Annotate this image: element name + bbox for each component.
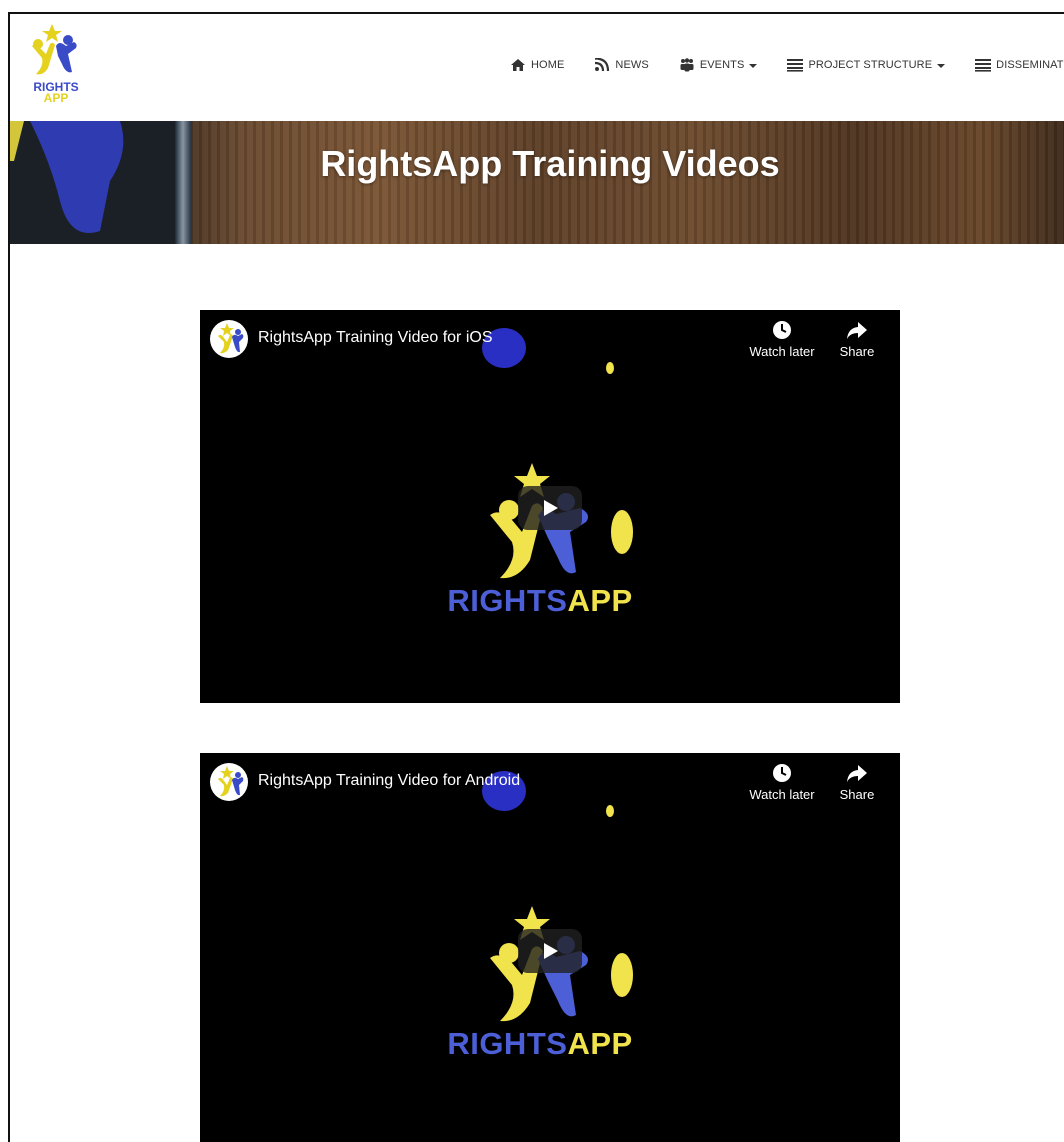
video-brand-text: RIGHTSAPP — [447, 583, 633, 618]
play-button[interactable] — [518, 486, 582, 530]
watch-later-label: Watch later — [749, 787, 815, 802]
video-title[interactable]: RightsApp Training Video for Android — [258, 772, 520, 790]
nav-home[interactable]: HOME — [510, 58, 564, 72]
share-button[interactable]: Share — [822, 763, 892, 802]
video-player-android[interactable]: RightsApp Training Video for Android Wat… — [200, 753, 900, 1142]
nav-events[interactable]: EVENTS — [679, 58, 758, 72]
logo-text-app: APP — [43, 91, 69, 105]
nav-project-structure[interactable]: PROJECT STRUCTURE — [787, 58, 946, 72]
play-button[interactable] — [518, 929, 582, 973]
share-button[interactable]: Share — [822, 320, 892, 359]
clock-icon — [773, 764, 791, 782]
watch-later-button[interactable]: Watch later — [747, 763, 817, 802]
chevron-down-icon — [749, 63, 758, 68]
main-nav: HOME NEWS EVENTS PROJECT STRUCTURE DISSE… — [510, 58, 1064, 72]
site-logo[interactable]: RIGHTS APP — [26, 24, 86, 110]
video-player-ios[interactable]: RightsApp Training Video for iOS Watch l… — [200, 310, 900, 703]
page-title: RightsApp Training Videos — [320, 143, 780, 184]
share-label: Share — [839, 344, 875, 359]
share-label: Share — [839, 787, 875, 802]
site-header: RIGHTS APP HOME NEWS EVENTS PROJECT STRU… — [10, 14, 1064, 121]
rightsapp-logo-icon — [32, 24, 77, 75]
rightsapp-logo-icon — [218, 323, 244, 354]
video-title[interactable]: RightsApp Training Video for iOS — [258, 329, 493, 347]
hero-banner: RightsApp Training Videos — [10, 121, 1064, 244]
video-brand-text: RIGHTSAPP — [447, 1026, 633, 1061]
nav-project-structure-label: PROJECT STRUCTURE — [808, 59, 933, 71]
share-arrow-icon — [847, 322, 867, 339]
share-arrow-icon — [847, 765, 867, 782]
channel-avatar[interactable] — [210, 320, 248, 358]
people-icon — [680, 58, 694, 72]
chevron-down-icon — [937, 63, 946, 68]
nav-events-label: EVENTS — [699, 59, 745, 71]
nav-dissemination[interactable]: DISSEMINATION — [975, 58, 1064, 72]
rightsapp-logo-icon — [218, 766, 244, 797]
list-icon — [975, 59, 992, 72]
nav-news[interactable]: NEWS — [594, 58, 649, 72]
list-icon — [787, 59, 804, 72]
watch-later-button[interactable]: Watch later — [747, 320, 817, 359]
home-icon — [511, 59, 525, 71]
nav-news-label: NEWS — [615, 59, 649, 71]
nav-home-label: HOME — [531, 59, 565, 71]
nav-dissemination-label: DISSEMINATION — [996, 59, 1064, 71]
channel-avatar[interactable] — [210, 763, 248, 801]
clock-icon — [773, 321, 791, 339]
rss-icon — [595, 58, 610, 72]
browser-page: RIGHTS APP HOME NEWS EVENTS PROJECT STRU… — [8, 12, 1064, 1142]
watch-later-label: Watch later — [749, 344, 815, 359]
